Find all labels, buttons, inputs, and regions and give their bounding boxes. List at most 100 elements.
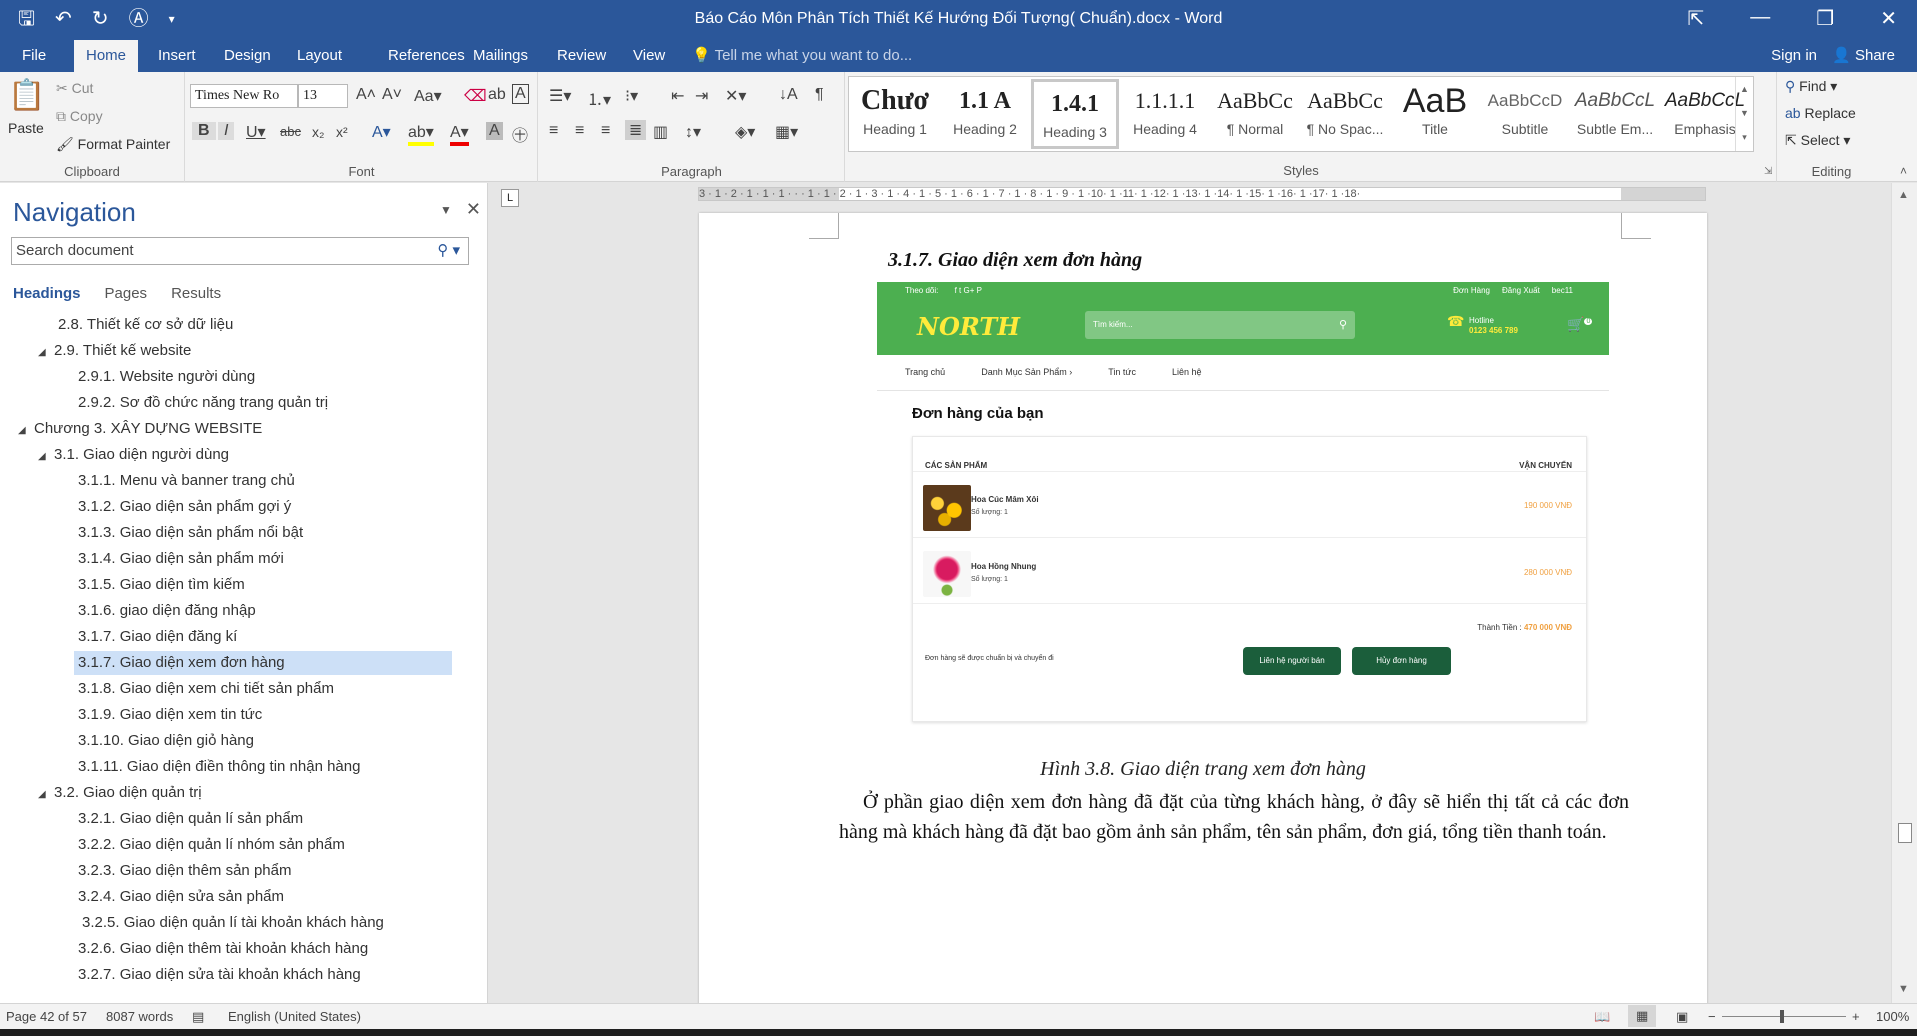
char-border-icon[interactable]: A [512, 84, 529, 104]
tab-design[interactable]: Design [212, 40, 283, 72]
subscript-icon[interactable]: x₂ [312, 124, 324, 140]
style-title[interactable]: AaB Title [1391, 79, 1479, 149]
nav-heading-item[interactable]: ◢ Chương 3. XÂY DỰNG WEBSITE [18, 417, 262, 441]
styles-scroll[interactable]: ▲ ▼ ▾ [1735, 77, 1753, 151]
select-button[interactable]: ⇱ Select ▾ [1785, 132, 1850, 149]
shading-icon[interactable]: A [486, 122, 503, 140]
enclose-char-icon[interactable]: ㊉ [512, 122, 528, 146]
distributed-icon[interactable]: ▥ [653, 122, 668, 142]
paste-icon[interactable]: 📋 [8, 78, 45, 113]
tab-view[interactable]: View [621, 40, 677, 72]
italic-icon[interactable]: I [218, 122, 235, 140]
nav-heading-item[interactable]: 3.1.1. Menu và banner trang chủ [78, 469, 295, 493]
clear-format-icon[interactable]: ⌫ [464, 86, 487, 106]
web-layout-icon[interactable]: ▣ [1676, 1009, 1688, 1025]
phonetic-icon[interactable]: ab [488, 86, 506, 104]
search-document-input[interactable]: Search document ⚲ ▾ [11, 237, 469, 265]
replace-button[interactable]: ab Replace [1785, 105, 1856, 121]
document-page[interactable]: 3.1.7. Giao diện xem đơn hàng Theo dõi: … [699, 213, 1707, 1003]
bullets-icon[interactable]: ☰▾ [549, 86, 571, 106]
collapse-ribbon-icon[interactable]: ˄ [1900, 164, 1907, 178]
line-spacing-icon[interactable]: ↕▾ [685, 122, 701, 142]
close-pane-icon[interactable]: ✕ [466, 199, 481, 221]
style-subtle-emphasis[interactable]: AaBbCcL Subtle Em... [1571, 79, 1659, 149]
collapse-triangle-icon[interactable]: ◢ [38, 445, 54, 469]
style-heading-3[interactable]: 1.4.1 Heading 3 [1031, 79, 1119, 149]
cut-button[interactable]: ✂ Cut [56, 80, 93, 97]
style-normal[interactable]: AaBbCc ¶ Normal [1211, 79, 1299, 149]
show-marks-icon[interactable]: ¶ [815, 86, 824, 104]
nav-heading-item[interactable]: ◢ 3.1. Giao diện người dùng [38, 443, 229, 467]
font-color-icon[interactable]: A▾ [450, 122, 469, 146]
nav-heading-item[interactable]: 3.1.9. Giao diện xem tin tức [78, 703, 262, 727]
horizontal-ruler[interactable]: 3 · 1 · 2 · 1 · 1 · 1 · · · 1 · 1 · 2 · … [698, 187, 1706, 201]
nav-heading-item[interactable]: 3.1.11. Giao diện điền thông tin nhận hà… [78, 755, 360, 779]
bold-icon[interactable]: B [192, 122, 216, 140]
pane-options-icon[interactable]: ▼ [440, 199, 452, 221]
search-icon[interactable]: ⚲ ▾ [437, 238, 460, 264]
tab-insert[interactable]: Insert [146, 40, 208, 72]
style-heading-1[interactable]: Chươ Heading 1 [851, 79, 939, 149]
superscript-icon[interactable]: x² [336, 124, 348, 140]
multilevel-list-icon[interactable]: ⁝▾ [625, 86, 638, 106]
nav-heading-item[interactable]: 3.2.4. Giao diện sửa sản phẩm [78, 885, 284, 909]
nav-heading-item[interactable]: ◢ 3.2. Giao diện quản trị [38, 781, 202, 805]
scroll-thumb[interactable] [1898, 823, 1912, 843]
tab-selector[interactable]: L [501, 189, 519, 207]
highlight-icon[interactable]: ab▾ [408, 122, 434, 146]
collapse-triangle-icon[interactable]: ◢ [18, 419, 34, 443]
share-button[interactable]: 👤 Share [1832, 40, 1895, 72]
maximize-icon[interactable]: ❐ [1816, 6, 1834, 31]
strikethrough-icon[interactable]: abc [280, 124, 301, 139]
close-icon[interactable]: ✕ [1880, 6, 1897, 31]
styles-launcher-icon[interactable]: ⇲ [1764, 166, 1772, 177]
vertical-scrollbar[interactable]: ▲ ▼ [1891, 183, 1917, 1003]
find-button[interactable]: ⚲ Find ▾ [1785, 78, 1837, 95]
proofing-icon[interactable]: ▤ [192, 1009, 204, 1025]
sort-icon[interactable]: ↓A [779, 86, 798, 104]
style-heading-4[interactable]: 1.1.1.1 Heading 4 [1121, 79, 1209, 149]
language-status[interactable]: English (United States) [228, 1009, 361, 1024]
nav-heading-item[interactable]: 2.9.2. Sơ đồ chức năng trang quản trị [78, 391, 328, 415]
tab-mailings[interactable]: Mailings [461, 40, 540, 72]
style-subtitle[interactable]: AaBbCcD Subtitle [1481, 79, 1569, 149]
underline-icon[interactable]: U▾ [246, 122, 266, 142]
nav-heading-item[interactable]: 3.2.5. Giao diện quản lí tài khoản khách… [82, 911, 384, 935]
nav-tab-headings[interactable]: Headings [13, 285, 81, 302]
paste-button[interactable]: Paste [8, 120, 44, 136]
nav-heading-item[interactable]: 3.2.3. Giao diện thêm sản phẩm [78, 859, 291, 883]
zoom-level[interactable]: 100% [1876, 1009, 1909, 1024]
zoom-slider[interactable] [1722, 1016, 1846, 1017]
nav-heading-item[interactable]: 2.8. Thiết kế cơ sở dữ liệu [58, 313, 233, 337]
print-layout-icon[interactable]: ▦ [1628, 1005, 1657, 1027]
tab-home[interactable]: Home [74, 40, 139, 72]
nav-heading-item-selected[interactable]: 3.1.7. Giao diện xem đơn hàng [74, 651, 452, 675]
decrease-indent-icon[interactable]: ⇤ [671, 86, 684, 106]
font-size-select[interactable]: 13 [298, 84, 348, 108]
format-painter-button[interactable]: 🖌 Format Painter [56, 136, 170, 153]
tab-review[interactable]: Review [545, 40, 618, 72]
word-count[interactable]: 8087 words [106, 1009, 173, 1024]
page-count[interactable]: Page 42 of 57 [6, 1009, 87, 1024]
tell-me-box[interactable]: 💡 Tell me what you want to do... [692, 40, 912, 72]
change-case-icon[interactable]: Aa▾ [414, 86, 442, 106]
scroll-down-icon[interactable]: ▼ [1898, 983, 1909, 995]
align-left-icon[interactable]: ≡ [549, 122, 558, 140]
read-mode-icon[interactable]: 📖 [1594, 1009, 1610, 1025]
numbering-icon[interactable]: ⒈▾ [587, 86, 611, 110]
nav-heading-item[interactable]: 3.1.7. Giao diện đăng kí [78, 625, 237, 649]
borders-icon[interactable]: ▦▾ [775, 122, 798, 142]
font-family-select[interactable]: Times New Ro [190, 84, 298, 108]
nav-tab-pages[interactable]: Pages [105, 285, 148, 302]
align-center-icon[interactable]: ≡ [575, 122, 584, 140]
nav-heading-item[interactable]: 3.2.7. Giao diện sửa tài khoản khách hàn… [78, 963, 361, 987]
nav-heading-item[interactable]: 3.1.5. Giao diện tìm kiếm [78, 573, 245, 597]
text-effects-icon[interactable]: A▾ [372, 122, 391, 142]
zoom-in-icon[interactable]: + [1852, 1009, 1860, 1024]
nav-heading-item[interactable]: 2.9.1. Website người dùng [78, 365, 255, 389]
zoom-out-icon[interactable]: − [1708, 1009, 1716, 1024]
collapse-triangle-icon[interactable]: ◢ [38, 783, 54, 807]
minimize-icon[interactable]: — [1750, 6, 1770, 31]
nav-tab-results[interactable]: Results [171, 285, 221, 302]
nav-heading-item[interactable]: 3.1.6. giao diện đăng nhập [78, 599, 256, 623]
